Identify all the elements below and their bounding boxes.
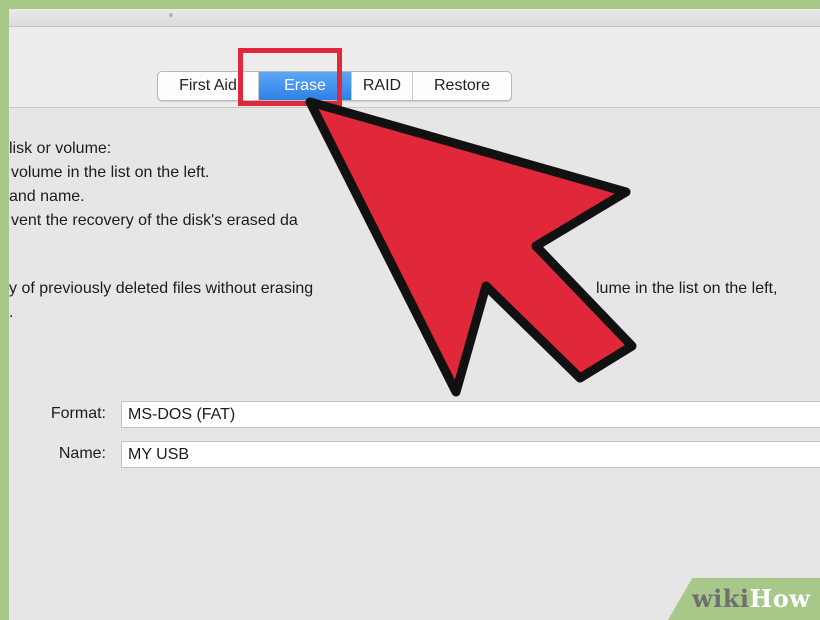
watermark-wiki: wiki [692, 584, 750, 613]
pointer-arrow-icon [305, 97, 637, 397]
watermark-how: How [749, 584, 811, 613]
pointer-arrow-shape [305, 97, 637, 397]
wikihow-watermark: wikiHow [692, 584, 810, 613]
